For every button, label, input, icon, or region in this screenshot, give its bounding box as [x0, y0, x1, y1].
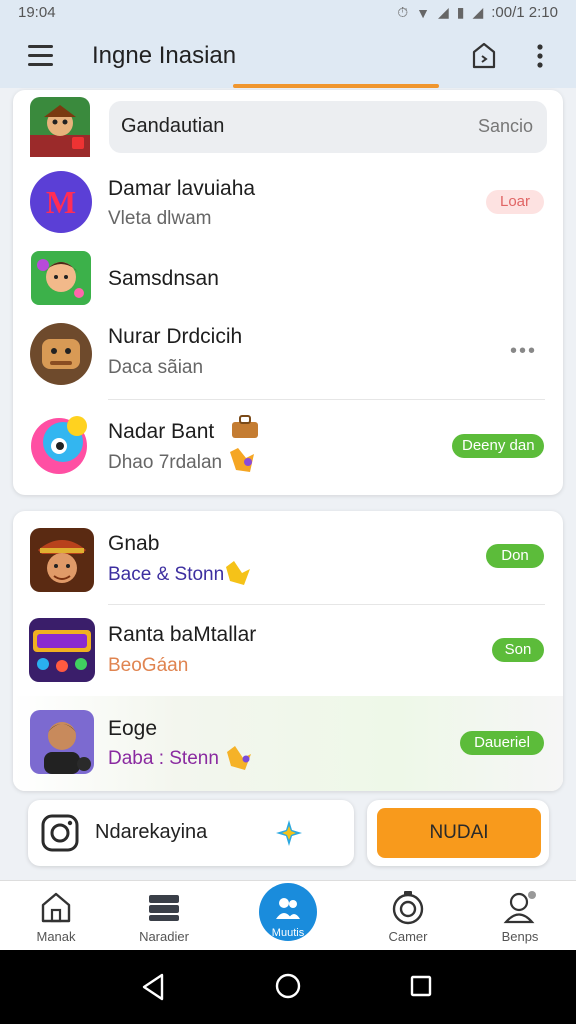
status-badge: Don	[486, 544, 544, 568]
list-item-title: Nurar Drdcicih	[108, 325, 243, 348]
status-badge: Daueriel	[460, 731, 544, 755]
home-circle-icon[interactable]	[274, 972, 302, 1000]
nav-label: Camer	[388, 929, 428, 944]
camera-icon	[392, 891, 424, 925]
list-item-title: Ranta baMtallar	[108, 623, 257, 646]
home-icon[interactable]	[470, 40, 498, 70]
avatar	[30, 528, 94, 592]
person-icon	[503, 891, 536, 924]
page-title: Ingne Inasian	[92, 42, 237, 69]
primary-action-button[interactable]: NUDAI	[377, 808, 541, 858]
nav-label: Manak	[36, 929, 76, 944]
list-item-subtitle: Daba : Stenn	[108, 748, 219, 769]
avatar: M	[30, 171, 92, 233]
status-icons: ⏱ ▼ ◢ ▮ ◢ :00/1 2:10	[397, 4, 558, 21]
people-icon	[276, 898, 300, 919]
avatar	[30, 710, 94, 774]
list-item[interactable]: Eoge Daba : Stenn Daueriel	[13, 696, 563, 791]
list-item[interactable]: Samsdnsan	[13, 245, 563, 313]
list-item-subtitle: Bace & Stonn	[108, 564, 225, 585]
instagram-icon	[41, 814, 79, 852]
list-item-title: Gnab	[108, 532, 160, 555]
status-badge: Son	[492, 638, 544, 662]
list-item[interactable]: Gnab Bace & Stonn Don	[13, 511, 563, 605]
nav-label: Muutis	[271, 927, 305, 939]
list-item[interactable]: Nurar Drdcicih Daca sãian	[13, 313, 563, 400]
menu-icon[interactable]	[28, 45, 54, 67]
primary-action-container: NUDAI	[367, 800, 549, 866]
search-label: Gandautian	[121, 115, 225, 137]
toolbox-icon	[232, 415, 258, 438]
nav-item-home[interactable]: Manak	[8, 881, 104, 951]
nav-item-camera[interactable]: Camer	[360, 881, 456, 951]
more-vert-icon[interactable]	[530, 42, 550, 70]
nav-item-people[interactable]: Muutis	[259, 883, 317, 941]
instagram-label: Ndarekayina	[95, 821, 208, 843]
list-item-title: Samsdnsan	[108, 267, 219, 290]
search-hint: Sancio	[477, 116, 533, 136]
status-badge: Loar	[486, 190, 544, 214]
nav-label: Naradier	[139, 929, 189, 944]
search-row: Gandautian Sancio	[13, 90, 563, 165]
list-item-title: Nadar Bant	[108, 420, 215, 443]
cellular-icon: ◢	[472, 4, 484, 20]
signal-icon: ◢	[437, 4, 449, 20]
list-item[interactable]: M Damar lavuiaha Vleta dlwam Loar	[13, 165, 563, 245]
avatar	[29, 618, 95, 682]
list-item-subtitle: BeoGáan	[108, 655, 189, 676]
system-nav-bar	[0, 950, 576, 1024]
list-item[interactable]: Nadar Bant Dhao 7rdalan Deeny dan	[13, 400, 563, 495]
status-bar: 19:04 ⏱ ▼ ◢ ▮ ◢ :00/1 2:10	[0, 0, 576, 26]
avatar	[31, 416, 87, 474]
home-icon	[41, 892, 71, 923]
recents-icon[interactable]	[409, 974, 433, 998]
alarm-icon: ⏱	[397, 4, 409, 20]
svg-text:M: M	[46, 184, 76, 220]
list-item-subtitle: Daca sãian	[108, 357, 204, 378]
overflow-icon[interactable]: •••	[510, 340, 537, 363]
list-item[interactable]: Ranta baMtallar BeoGáan Son	[13, 604, 563, 697]
app-bar: Ingne Inasian	[0, 26, 576, 88]
instagram-share[interactable]: Ndarekayina	[28, 800, 354, 866]
nav-item-layers[interactable]: Naradier	[116, 881, 212, 951]
sticker-icon	[227, 746, 251, 770]
wifi-icon: ▼	[416, 4, 430, 21]
battery-icon: ▮	[456, 4, 465, 20]
game-thumbnail[interactable]	[30, 97, 90, 157]
search-input[interactable]: Gandautian Sancio	[109, 101, 547, 153]
avatar	[30, 323, 92, 385]
active-tab-indicator	[233, 84, 439, 88]
avatar	[31, 251, 91, 305]
sticker-icon	[230, 448, 254, 472]
sparkle-icon	[276, 820, 302, 846]
list-item-title: Eoge	[108, 717, 158, 740]
status-right-text: :00/1 2:10	[491, 4, 558, 21]
list-item-subtitle: Dhao 7rdalan	[108, 452, 223, 473]
nav-item-profile[interactable]: Benps	[472, 881, 568, 951]
list-card-primary: Gandautian Sancio M Damar lavuiaha Vleta…	[13, 90, 563, 495]
nav-label: Benps	[501, 929, 539, 944]
list-item-subtitle: Vleta dlwam	[108, 208, 212, 229]
status-time: 19:04	[18, 4, 56, 21]
back-icon[interactable]	[140, 972, 166, 1002]
sticker-icon	[226, 561, 250, 585]
list-card-secondary: Gnab Bace & Stonn Don Ranta baMtallar Be…	[13, 511, 563, 791]
status-badge: Deeny dan	[452, 434, 544, 458]
list-item-title: Damar lavuiaha	[108, 177, 256, 200]
layers-icon	[149, 895, 179, 921]
